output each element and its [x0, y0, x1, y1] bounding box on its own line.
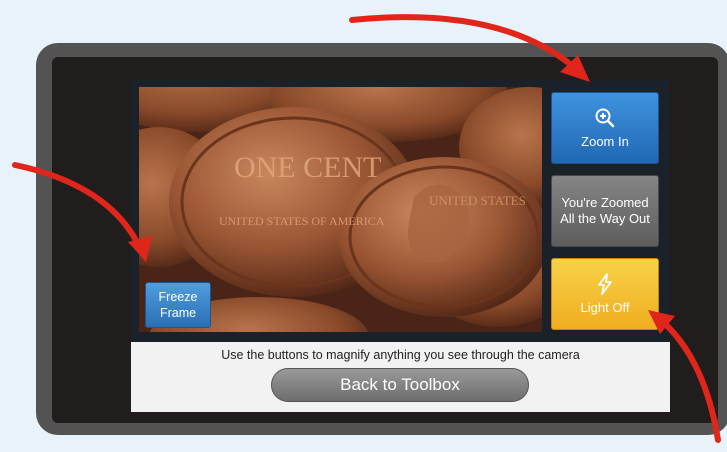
arrow-to-freeze-frame	[12, 162, 143, 251]
arrowhead-freeze-frame	[128, 236, 152, 262]
arrow-to-zoom-in	[349, 14, 578, 71]
arrow-to-light-button	[660, 319, 721, 443]
annotation-arrows	[12, 14, 721, 443]
